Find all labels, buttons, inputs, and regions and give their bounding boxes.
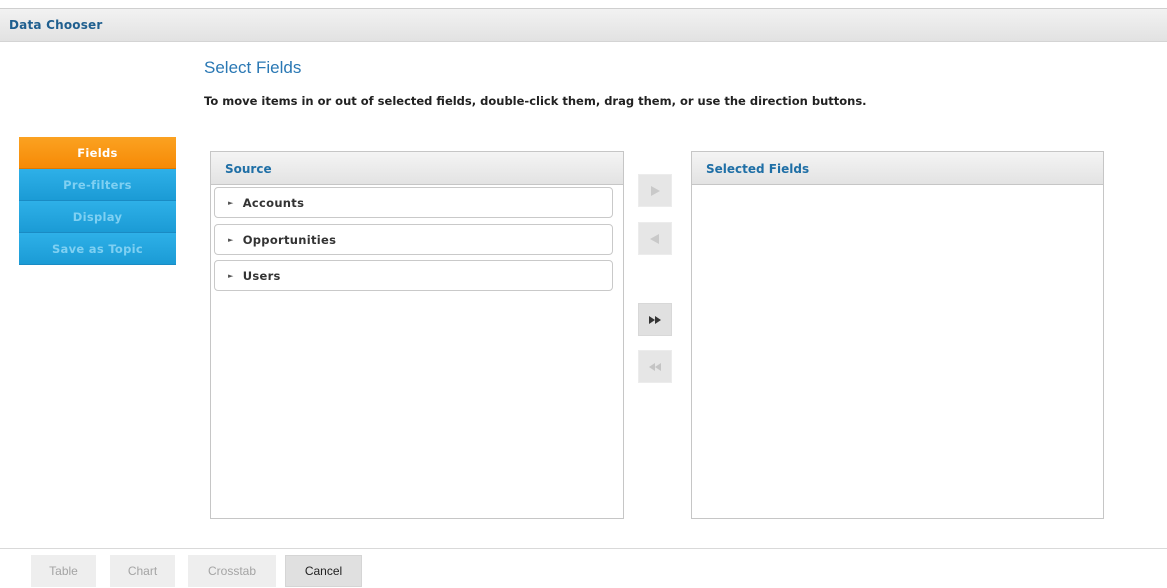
source-item-label: Opportunities	[242, 233, 337, 247]
page-title: Select Fields	[204, 58, 302, 77]
chart-button[interactable]: Chart	[110, 555, 175, 587]
source-item-accounts[interactable]: ► Accounts	[214, 187, 613, 218]
nav-item-pre-filters[interactable]: Pre-filters	[19, 169, 176, 201]
source-item-label: Accounts	[242, 196, 305, 210]
title-bar: Data Chooser	[0, 8, 1167, 42]
window-title: Data Chooser	[9, 18, 103, 32]
remove-button[interactable]	[638, 222, 672, 255]
expand-arrow-icon[interactable]: ►	[228, 188, 234, 218]
add-button[interactable]	[638, 174, 672, 207]
source-item-users[interactable]: ► Users	[214, 260, 613, 291]
nav-item-fields[interactable]: Fields	[19, 137, 176, 169]
expand-arrow-icon[interactable]: ►	[228, 261, 234, 291]
selected-fields-list[interactable]	[692, 186, 1103, 518]
step-nav: Fields Pre-filters Display Save as Topic	[19, 137, 176, 265]
nav-item-display[interactable]: Display	[19, 201, 176, 233]
source-item-opportunities[interactable]: ► Opportunities	[214, 224, 613, 255]
nav-item-save-as-topic[interactable]: Save as Topic	[19, 233, 176, 265]
crosstab-button[interactable]: Crosstab	[188, 555, 276, 587]
source-panel-header: Source	[211, 152, 623, 185]
double-left-icon	[649, 362, 661, 371]
source-panel: Source ► Accounts ► Opportunities ► Users	[210, 151, 624, 519]
source-item-label: Users	[242, 269, 281, 283]
add-all-button[interactable]	[638, 303, 672, 336]
selected-fields-panel: Selected Fields	[691, 151, 1104, 519]
table-button[interactable]: Table	[31, 555, 96, 587]
remove-all-button[interactable]	[638, 350, 672, 383]
double-right-icon	[649, 315, 661, 324]
selected-fields-header: Selected Fields	[692, 152, 1103, 185]
expand-arrow-icon[interactable]: ►	[228, 225, 234, 255]
footer-divider	[0, 548, 1167, 549]
triangle-left-icon	[650, 233, 659, 244]
instructions-text: To move items in or out of selected fiel…	[204, 94, 867, 108]
cancel-button[interactable]: Cancel	[285, 555, 362, 587]
triangle-right-icon	[651, 185, 660, 196]
